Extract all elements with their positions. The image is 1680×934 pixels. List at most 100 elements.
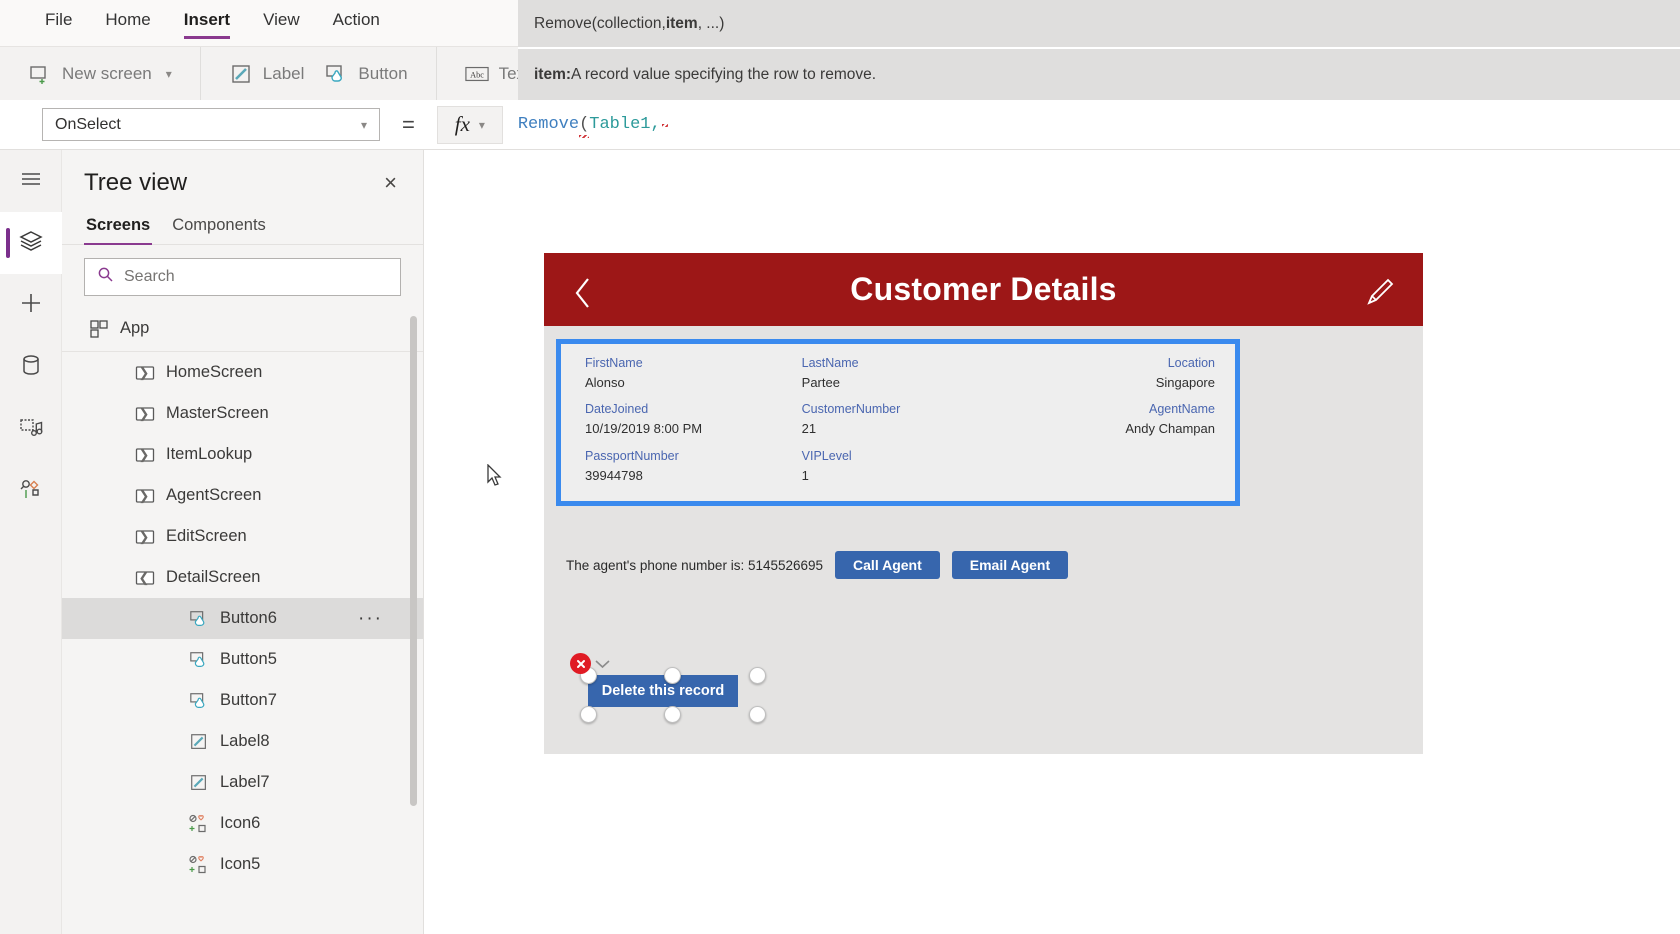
tree-item-button5[interactable]: Button5 [62, 639, 423, 680]
chevron-right-icon[interactable]: ❯ [132, 529, 156, 545]
tree-item-detailscreen[interactable]: ❮ DetailScreen [62, 557, 423, 598]
more-options-icon[interactable]: ··· [358, 608, 383, 630]
delete-record-button[interactable]: Delete this record [588, 675, 738, 707]
field-label: DateJoined [585, 402, 649, 417]
chevron-down-icon-fx: ▾ [478, 117, 485, 132]
tab-screens[interactable]: Screens [84, 212, 153, 245]
form-field-passportnumber[interactable]: PassportNumber 39944798 [573, 447, 790, 493]
form-field-lastname[interactable]: LastName Partee [790, 354, 1007, 400]
tree-item-masterscreen[interactable]: ❯ MasterScreen [62, 393, 423, 434]
rail-item-data[interactable] [0, 336, 62, 398]
screen-header-bar[interactable]: Customer Details [544, 253, 1423, 326]
tree-item-icon5[interactable]: Icon5 [62, 844, 423, 884]
insert-label-text: Label [262, 63, 305, 83]
property-selector[interactable]: OnSelect ▾ [42, 108, 380, 141]
rail-item-insert[interactable] [0, 274, 62, 336]
error-x-icon[interactable] [570, 653, 591, 674]
form-field-firstname[interactable]: FirstName Alonso [573, 354, 790, 400]
intellisense-tooltip: Remove(collection, item, ...) item: A re… [518, 0, 1680, 100]
email-agent-button[interactable]: Email Agent [951, 551, 1069, 579]
search-icon [97, 266, 114, 288]
chevron-right-icon[interactable]: ❯ [132, 365, 156, 381]
rail-item-tree-view[interactable] [0, 212, 62, 274]
close-icon[interactable]: × [380, 168, 401, 198]
icon-icon [184, 855, 214, 875]
tree-item-label: Icon6 [220, 814, 261, 832]
tab-components[interactable]: Components [170, 212, 268, 244]
menu-tab-home[interactable]: Home [105, 10, 150, 36]
menu-tab-view[interactable]: View [263, 10, 300, 36]
chevron-down-icon-property: ▾ [360, 117, 367, 132]
screen-preview[interactable]: Customer Details FirstName Alonso LastNa… [544, 253, 1423, 754]
form-field-location[interactable]: Location Singapore [1006, 354, 1223, 400]
tree-item-button6[interactable]: Button6 ··· [62, 598, 423, 639]
signature-current-param: item [665, 14, 698, 32]
chevron-right-icon[interactable]: ❯ [132, 447, 156, 463]
button-icon [184, 691, 214, 711]
rail-item-advanced[interactable] [0, 460, 62, 522]
menu-tab-file[interactable]: File [45, 10, 72, 36]
pencil-icon[interactable] [1363, 275, 1397, 314]
app-icon [84, 319, 114, 339]
tree-item-editscreen[interactable]: ❯ EditScreen [62, 516, 423, 557]
button-icon [184, 609, 214, 629]
cmd-group-controls: Label Button [201, 46, 437, 101]
resize-handle-bottom-right[interactable] [749, 706, 766, 723]
field-value: Andy Champan [1125, 421, 1215, 437]
form-field-customernumber[interactable]: CustomerNumber 21 [790, 400, 1007, 446]
form-field-datejoined[interactable]: DateJoined 10/19/2019 8:00 PM [573, 400, 790, 446]
tree-item-app[interactable]: App [62, 306, 423, 352]
tree-view-tabs: Screens Components [62, 208, 423, 245]
rail-item-media[interactable] [0, 398, 62, 460]
tree-item-itemlookup[interactable]: ❯ ItemLookup [62, 434, 423, 475]
menu-tab-action[interactable]: Action [333, 10, 380, 36]
screen-title: Customer Details [850, 271, 1117, 307]
chevron-down-icon[interactable]: ▾ [166, 67, 172, 81]
selected-control-wrapper: Delete this record [564, 653, 766, 723]
tree-item-label: HomeScreen [166, 363, 263, 381]
insert-label-button[interactable]: Label [219, 54, 315, 94]
tree-view-panel: Tree view × Screens Components Search Ap… [62, 150, 424, 934]
chevron-down-icon[interactable]: ❮ [132, 570, 156, 586]
resize-handle-top-center[interactable] [664, 667, 681, 684]
tree-item-label8[interactable]: Label8 [62, 721, 423, 762]
tree-item-label: Button6 [220, 609, 277, 627]
call-agent-button[interactable]: Call Agent [835, 551, 940, 579]
menu-tab-insert[interactable]: Insert [183, 10, 231, 39]
chevron-right-icon[interactable]: ❯ [132, 488, 156, 504]
chevron-right-icon[interactable]: ❯ [132, 406, 156, 422]
new-screen-label: New screen [62, 63, 152, 83]
tree-search-box[interactable] [84, 258, 401, 296]
detail-form[interactable]: FirstName Alonso LastName Partee Locatio… [556, 339, 1240, 506]
formula-token-function: Remove [517, 115, 580, 134]
fx-button[interactable]: fx ▾ [436, 105, 503, 144]
layers-icon [18, 228, 44, 259]
intellisense-signature: Remove(collection, item, ...) [518, 0, 1680, 47]
rail-item-hamburger[interactable] [0, 150, 62, 212]
chevron-left-icon[interactable] [570, 275, 596, 316]
field-value: Alonso [585, 375, 625, 390]
insert-button-button[interactable]: Button [314, 54, 417, 94]
tree-item-agentscreen[interactable]: ❯ AgentScreen [62, 475, 423, 516]
media-icon [18, 414, 44, 445]
tree-item-label: EditScreen [166, 527, 247, 545]
tree-item-homescreen[interactable]: ❯ HomeScreen [62, 352, 423, 393]
new-screen-button[interactable]: New screen ▾ [18, 54, 182, 94]
tree-item-label7[interactable]: Label7 [62, 762, 423, 803]
tree-item-label: Button7 [220, 691, 277, 709]
button-icon [184, 650, 214, 670]
search-input[interactable] [124, 268, 388, 286]
form-field-agentname[interactable]: AgentName Andy Champan [1006, 400, 1223, 446]
tree-scrollbar[interactable] [410, 316, 417, 806]
form-field-viplevel[interactable]: VIPLevel 1 [790, 447, 1007, 493]
resize-handle-bottom-left[interactable] [580, 706, 597, 723]
resize-handle-bottom-center[interactable] [664, 706, 681, 723]
resize-handle-top-right[interactable] [749, 667, 766, 684]
tree-item-button7[interactable]: Button7 [62, 680, 423, 721]
tree-item-icon6[interactable]: Icon6 [62, 803, 423, 844]
app-canvas-area: Customer Details FirstName Alonso LastNa… [424, 150, 1680, 934]
chevron-down-icon-error[interactable] [594, 657, 611, 674]
description-text: A record value specifying the row to rem… [571, 65, 877, 83]
description-param-name: item: [534, 65, 572, 83]
formula-input[interactable]: Remove(Table1, [502, 105, 1680, 144]
